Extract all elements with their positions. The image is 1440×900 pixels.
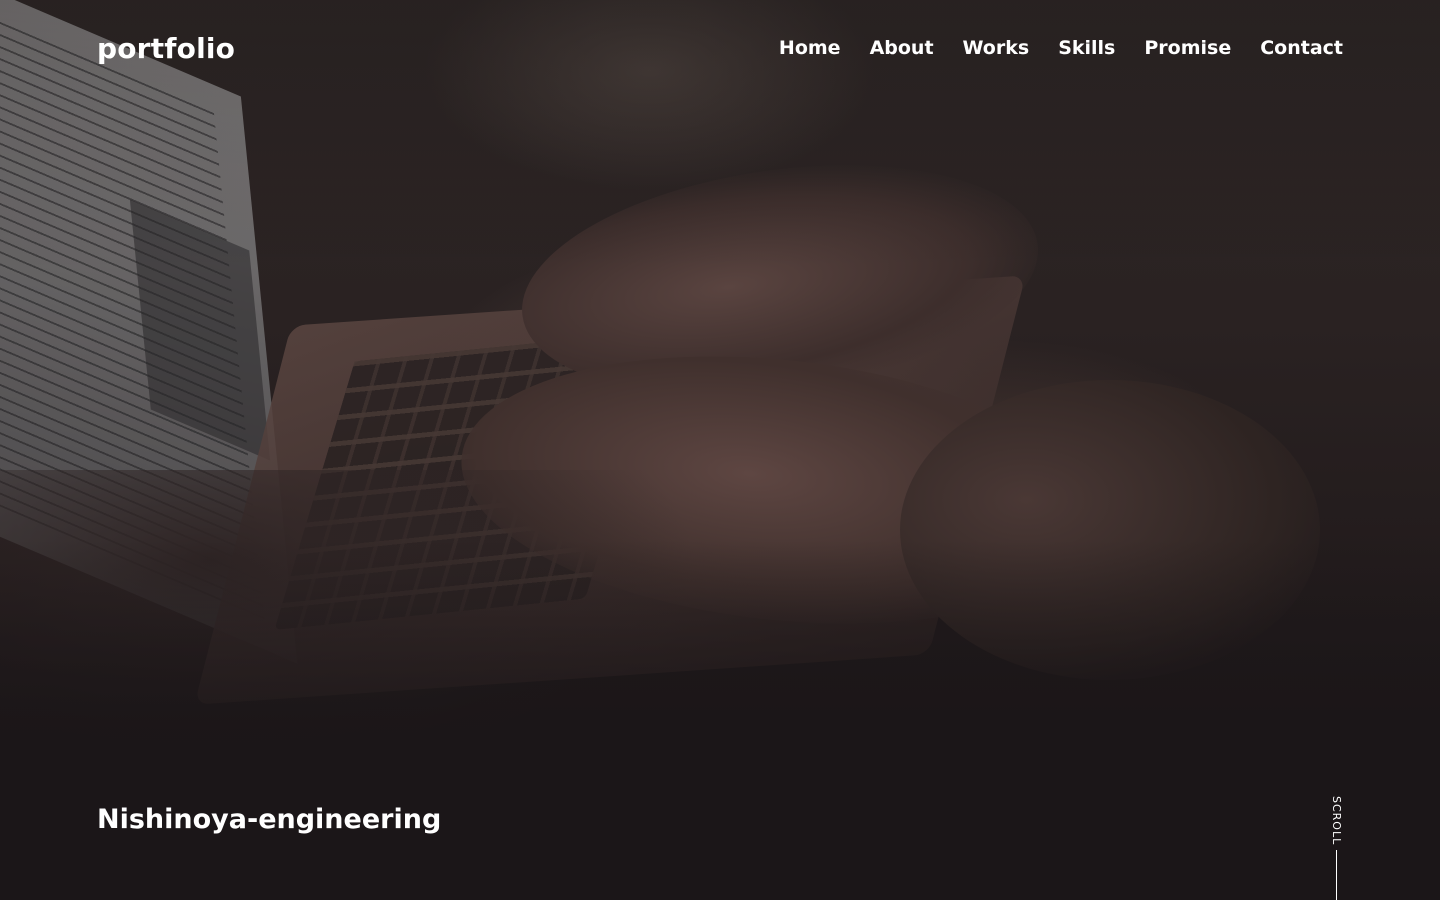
scroll-indicator[interactable]: SCROLL [1328,796,1348,900]
photo-overlay [0,0,1440,900]
nav-contact[interactable]: Contact [1260,37,1343,59]
main-nav: Home About Works Skills Promise Contact [779,37,1343,59]
hero-section: portfolio Home About Works Skills Promis… [0,0,1440,900]
nav-works[interactable]: Works [963,37,1030,59]
nav-home[interactable]: Home [779,37,841,59]
scroll-label: SCROLL [1330,796,1343,846]
hero-tagline: Nishinoya-engineering [97,804,442,835]
nav-skills[interactable]: Skills [1058,37,1115,59]
nav-about[interactable]: About [870,37,934,59]
site-logo[interactable]: portfolio [97,32,235,65]
nav-promise[interactable]: Promise [1144,37,1231,59]
scroll-line [1336,850,1337,900]
